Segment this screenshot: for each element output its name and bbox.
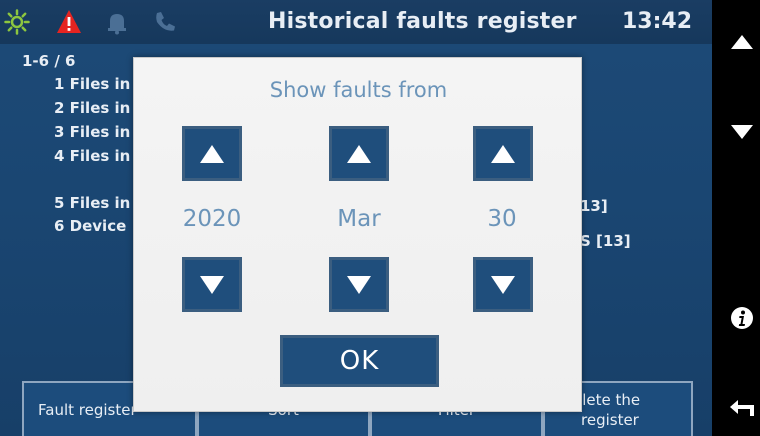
list-item[interactable]: 2 Files in [54, 99, 130, 117]
back-icon[interactable] [726, 392, 758, 424]
page-title: Historical faults register [268, 9, 577, 34]
list-item-fragment: S [13] [580, 232, 631, 250]
day-up-button[interactable] [473, 126, 533, 181]
day-value: 30 [487, 206, 517, 232]
year-up-button[interactable] [182, 126, 242, 181]
month-down-button[interactable] [329, 257, 389, 312]
phone-icon [152, 9, 178, 35]
screen: Historical faults register 13:42 1-6 / 6… [0, 0, 712, 436]
tab-label-line2: register [581, 411, 639, 429]
date-filter-dialog: Show faults from 2020 Mar 30 OK [133, 57, 582, 412]
bell-icon [104, 9, 130, 35]
list-item-fragment: 13] [580, 197, 608, 215]
triangle-down-icon [347, 275, 371, 294]
month-value: Mar [337, 206, 381, 232]
tab-label: Fault register [38, 401, 137, 419]
list-item[interactable]: 6 Device [54, 217, 126, 235]
month-up-button[interactable] [329, 126, 389, 181]
clock: 13:42 [622, 9, 693, 34]
sun-icon [4, 9, 30, 35]
list-counter: 1-6 / 6 [22, 52, 76, 70]
list-item[interactable]: 4 Files in [54, 147, 130, 165]
down-arrow-icon[interactable] [726, 116, 758, 148]
list-item[interactable]: 3 Files in [54, 123, 130, 141]
ok-button[interactable]: OK [280, 335, 439, 387]
up-arrow-icon[interactable] [726, 26, 758, 58]
dialog-title: Show faults from [269, 78, 448, 102]
triangle-up-icon [491, 144, 515, 163]
triangle-up-icon [200, 144, 224, 163]
title-bar: Historical faults register 13:42 [0, 0, 712, 44]
list-item[interactable]: 5 Files in [54, 194, 130, 212]
year-down-button[interactable] [182, 257, 242, 312]
tab-label-line1: elete the [573, 391, 641, 409]
info-icon[interactable] [726, 302, 758, 334]
triangle-down-icon [200, 275, 224, 294]
day-down-button[interactable] [473, 257, 533, 312]
warning-icon [56, 9, 82, 35]
triangle-down-icon [491, 275, 515, 294]
year-value: 2020 [182, 206, 242, 232]
triangle-up-icon [347, 144, 371, 163]
list-item[interactable]: 1 Files in [54, 75, 130, 93]
